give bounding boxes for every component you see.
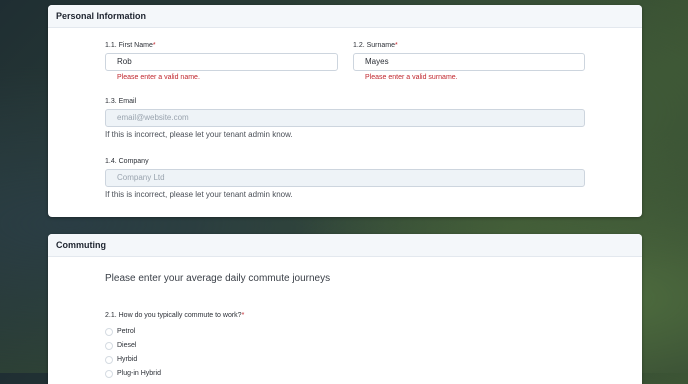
personal-information-header: Personal Information [48, 5, 642, 28]
first-name-input[interactable]: Rob [105, 53, 338, 71]
radio-button[interactable] [105, 370, 113, 378]
commuting-header: Commuting [48, 234, 642, 257]
first-name-error: Please enter a valid name. [117, 74, 200, 81]
email-label: 1.3. Email [105, 98, 137, 105]
company-help-text: If this is incorrect, please let your te… [105, 190, 293, 199]
personal-information-title: Personal Information [56, 11, 147, 21]
surname-input[interactable]: Mayes [353, 53, 585, 71]
email-field[interactable]: email@website.com [105, 109, 585, 127]
company-field[interactable]: Company Ltd [105, 169, 585, 187]
surname-error: Please enter a valid surname. [365, 74, 458, 81]
required-asterisk: * [395, 42, 398, 49]
required-asterisk: * [152, 42, 156, 49]
surname-label: 1.2. Surname* [353, 42, 398, 49]
commute-subtitle: Please enter your average daily commute … [105, 273, 331, 284]
first-name-label: 1.1. First Name* [105, 42, 156, 49]
radio-button[interactable] [105, 328, 113, 336]
commuting-card: Commuting Please enter your average dail… [48, 234, 642, 384]
company-label: 1.4. Company [105, 158, 149, 165]
personal-information-card: Personal Information 1.1. First Name* Ro… [48, 5, 642, 217]
commute-question-label: 2.1. How do you typically commute to wor… [105, 312, 245, 319]
radio-button[interactable] [105, 342, 113, 350]
email-help-text: If this is incorrect, please let your te… [105, 130, 293, 139]
radio-button[interactable] [105, 356, 113, 364]
required-asterisk: * [241, 312, 245, 319]
commuting-title: Commuting [56, 240, 106, 250]
